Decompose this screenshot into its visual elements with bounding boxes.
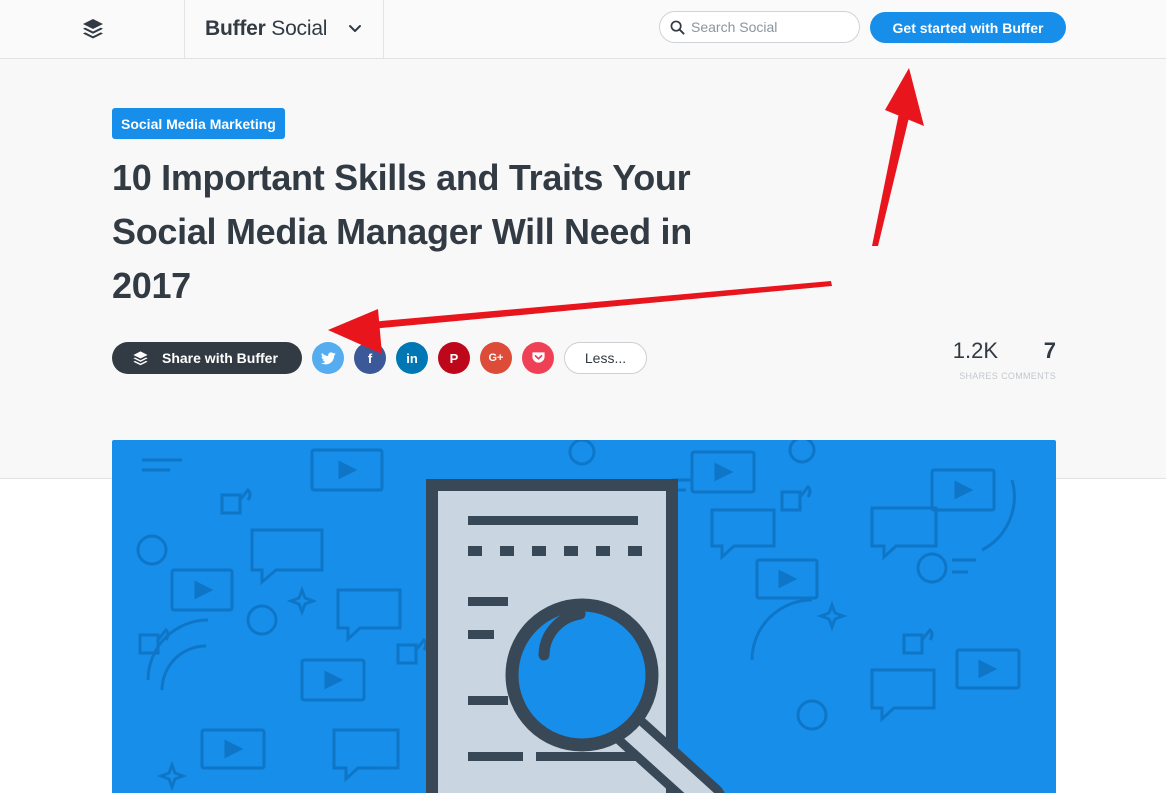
shares-count: 1.2K SHARES	[936, 338, 998, 382]
brand-name: Buffer Social	[205, 17, 328, 40]
comments-label: COMMENTS	[1001, 371, 1056, 381]
search-input[interactable]	[691, 19, 851, 35]
search-icon	[670, 20, 685, 35]
share-bar: Share with Buffer f in P G+ Less... 1.2K…	[112, 339, 1056, 381]
twitter-icon	[320, 351, 336, 364]
featured-image	[112, 440, 1056, 793]
buffer-stack-icon	[133, 350, 148, 365]
share-linkedin-button[interactable]: in	[396, 342, 428, 374]
facebook-icon: f	[367, 350, 373, 366]
blog-switcher[interactable]: Buffer Social	[184, 0, 384, 58]
linkedin-icon: in	[406, 350, 418, 366]
buffer-logo-link[interactable]	[0, 0, 185, 58]
share-with-buffer-button[interactable]: Share with Buffer	[112, 342, 302, 374]
shares-label: SHARES	[959, 371, 998, 381]
get-started-button[interactable]: Get started with Buffer	[870, 12, 1066, 43]
search-field[interactable]	[659, 11, 860, 43]
less-share-options-button[interactable]: Less...	[564, 342, 647, 374]
comments-value: 7	[1043, 338, 1056, 363]
page-title: 10 Important Skills and Traits Your Soci…	[112, 157, 692, 306]
article-header: Social Media Marketing 10 Important Skil…	[0, 59, 1166, 479]
comments-count[interactable]: 7 COMMENTS	[996, 338, 1056, 382]
buffer-stack-icon	[82, 19, 103, 39]
share-google-plus-button[interactable]: G+	[480, 342, 512, 374]
pinterest-icon: P	[449, 350, 459, 366]
pocket-icon	[531, 352, 545, 363]
share-pinterest-button[interactable]: P	[438, 342, 470, 374]
share-pocket-button[interactable]	[522, 342, 554, 374]
chevron-down-icon	[349, 25, 361, 32]
share-with-buffer-label: Share with Buffer	[162, 350, 278, 366]
share-facebook-button[interactable]: f	[354, 342, 386, 374]
google-plus-icon: G+	[488, 352, 504, 364]
category-tag[interactable]: Social Media Marketing	[112, 108, 285, 139]
document-magnifier-illustration	[136, 440, 1021, 793]
top-navigation-bar: Buffer Social Get started with Buffer	[0, 0, 1166, 59]
shares-value: 1.2K	[952, 338, 998, 363]
share-twitter-button[interactable]	[312, 342, 344, 374]
brand-name-primary: Buffer	[205, 17, 266, 40]
